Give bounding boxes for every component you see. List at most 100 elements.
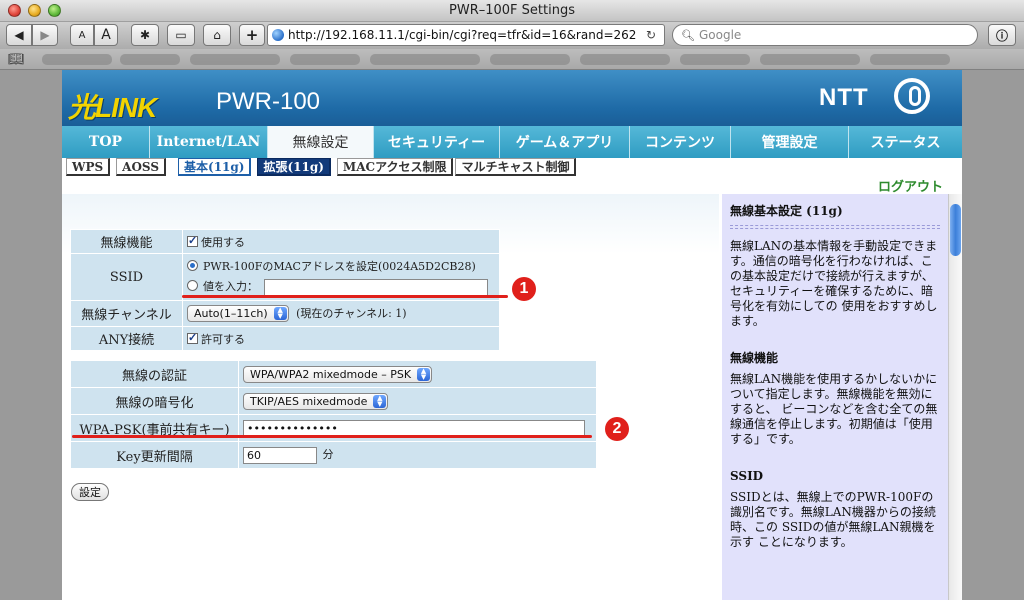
window-titlebar: PWR–100F Settings [0, 0, 1024, 22]
help-ssid-text: SSIDとは、無線上でのPWR-100Fの識別名です。無線LAN機器からの接続時… [730, 490, 936, 549]
bookmark-item[interactable] [190, 54, 280, 65]
auth-select[interactable]: WPA/WPA2 mixedmode – PSK ▲ ▼ [243, 365, 433, 383]
ssid-input[interactable] [263, 278, 488, 296]
subtab-extended-11g[interactable]: 拡張(11g) [257, 158, 331, 176]
encryption-select-value: TKIP/AES mixedmode [250, 394, 368, 408]
subtab-multicast[interactable]: マルチキャスト制御 [455, 158, 577, 176]
encryption-select[interactable]: TKIP/AES mixedmode ▲ ▼ [243, 392, 389, 410]
bookmark-item[interactable] [490, 54, 570, 65]
bookmarks-bar: 📖︎ [0, 49, 1024, 70]
gear-icon: ✱ [139, 28, 151, 42]
search-field[interactable]: 🔍︎ Google [672, 24, 978, 46]
annotation-badge-2: 2 [605, 417, 629, 441]
subtab-aoss[interactable]: AOSS [116, 158, 167, 176]
submit-button[interactable]: 設定 [71, 483, 109, 501]
key-interval-label: Key更新間隔 [70, 441, 239, 469]
channel-select[interactable]: Auto(1–11ch) ▲ ▼ [187, 305, 289, 323]
bookmark-item[interactable] [120, 54, 180, 65]
wireless-basic-table: 無線機能 使用する SSID PWR-100FのMACアドレスを設定(0024A… [70, 229, 500, 351]
back-button[interactable]: ◀ [6, 24, 32, 46]
snapback-button[interactable]: ▭ [167, 24, 195, 46]
any-connect-value: 許可する [201, 332, 245, 346]
ssid-label: SSID [70, 253, 183, 301]
help-intro: 無線LANの基本情報を手動設定できます。通信の暗号化を行わなければ、この基本設定… [730, 239, 938, 328]
home-icon: ⌂ [213, 28, 221, 42]
help-scrollbar-thumb[interactable] [950, 204, 961, 256]
help-scrollbar[interactable] [948, 194, 962, 600]
subtab-basic-11g[interactable]: 基本(11g) [178, 158, 252, 176]
wireless-enable-label: 使用する [201, 235, 245, 249]
annotation-badge-1: 1 [512, 277, 536, 301]
bookmarks-book-icon[interactable]: 📖︎ [8, 52, 25, 67]
ssid-mac-radio[interactable] [187, 260, 198, 271]
encryption-label: 無線の暗号化 [70, 387, 239, 415]
tab-internet-lan[interactable]: Internet/LAN [150, 126, 268, 158]
tab-wireless[interactable]: 無線設定 [268, 126, 374, 158]
wireless-label: 無線機能 [70, 229, 183, 254]
ntt-logo-text: NTT [819, 84, 869, 111]
forward-button[interactable]: ▶ [32, 24, 58, 46]
info-icon: ⓘ [995, 28, 1008, 43]
address-bar[interactable]: http://192.168.11.1/cgi-bin/cgi?req=tfr&… [267, 24, 665, 46]
ssid-mac-option: PWR-100FのMACアドレスを設定(0024A5D2CB28) [203, 260, 476, 273]
info-button[interactable]: ⓘ [988, 24, 1016, 46]
channel-label: 無線チャンネル [70, 300, 183, 327]
logout-link[interactable]: ログアウト [878, 176, 943, 195]
key-interval-input[interactable]: 60 [243, 446, 317, 464]
bookmark-item[interactable] [290, 54, 360, 65]
text-larger-button[interactable]: A [94, 24, 118, 46]
action-button[interactable]: ✱ [131, 24, 159, 46]
select-arrows-icon: ▲ ▼ [273, 307, 287, 321]
bookmark-item[interactable] [760, 54, 860, 65]
ssid-custom-radio[interactable] [187, 280, 198, 291]
wireless-security-table: 無線の認証 WPA/WPA2 mixedmode – PSK ▲ ▼ 無線の暗号化 … [70, 360, 597, 469]
page-header: 光LINK PWR-100 NTT [62, 70, 962, 126]
help-wireless-heading: 無線機能 [730, 351, 779, 365]
bookmark-item[interactable] [370, 54, 480, 65]
wireless-enable-checkbox[interactable] [187, 234, 198, 247]
text-smaller-button[interactable]: A [70, 24, 94, 46]
tab-admin[interactable]: 管理設定 [731, 126, 849, 158]
browser-toolbar: ◀ ▶ A A ✱ ▭ ⌂ + http://192.168.11.1/cgi-… [0, 22, 1024, 49]
psk-input[interactable]: •••••••••••••• [243, 419, 585, 437]
auth-select-value: WPA/WPA2 mixedmode – PSK [250, 367, 412, 381]
bookmark-item[interactable] [870, 54, 950, 65]
help-title: 無線基本設定 (11g) [730, 204, 843, 218]
router-page: 光LINK PWR-100 NTT TOP Internet/LAN 無線設定 … [62, 70, 962, 600]
help-wireless-text: 無線LAN機能を使用するかしないかについて指定します。無線機能を無効にすると、 … [730, 372, 938, 446]
subtab-mac-access[interactable]: MACアクセス制限 [336, 158, 454, 176]
any-connect-checkbox[interactable] [187, 331, 198, 344]
bookmark-item[interactable] [42, 54, 112, 65]
window-title: PWR–100F Settings [449, 3, 575, 18]
url-text: http://192.168.11.1/cgi-bin/cgi?req=tfr&… [288, 28, 637, 42]
main-nav: TOP Internet/LAN 無線設定 セキュリティー ゲーム＆アプリ コン… [62, 126, 962, 158]
forward-arrow-icon: ▶ [40, 28, 50, 42]
search-placeholder: Google [698, 28, 742, 42]
annotation-underline-2 [72, 435, 592, 438]
tab-security[interactable]: セキュリティー [374, 126, 500, 158]
bookmark-item[interactable] [680, 54, 750, 65]
hikari-link-logo: 光LINK [68, 92, 157, 123]
settings-content: 無線機能 使用する SSID PWR-100FのMACアドレスを設定(0024A… [62, 194, 719, 600]
back-arrow-icon: ◀ [14, 28, 24, 42]
home-button[interactable]: ⌂ [203, 24, 231, 46]
help-panel: 無線基本設定 (11g) 無線LANの基本情報を手動設定できます。通信の暗号化を… [722, 194, 948, 600]
reload-icon[interactable]: ↻ [646, 28, 660, 42]
bookmark-item[interactable] [580, 54, 670, 65]
subtab-wps[interactable]: WPS [66, 158, 111, 176]
select-arrows-icon: ▲ ▼ [373, 394, 387, 408]
ntt-logo-icon [894, 78, 930, 114]
search-icon: 🔍︎ [681, 28, 695, 42]
model-name: PWR-100 [216, 88, 321, 115]
key-interval-unit: 分 [322, 448, 334, 462]
help-ssid-heading: SSID [730, 469, 764, 483]
channel-select-value: Auto(1–11ch) [194, 307, 268, 321]
window-icon: ▭ [175, 28, 187, 42]
globe-icon [272, 29, 284, 41]
tab-top[interactable]: TOP [62, 126, 150, 158]
tab-status[interactable]: ステータス [849, 126, 962, 158]
sub-nav: WPS AOSS 基本(11g) 拡張(11g) MACアクセス制限 マルチキャ… [66, 158, 582, 178]
tab-game-apps[interactable]: ゲーム＆アプリ [500, 126, 630, 158]
add-bookmark-button[interactable]: + [239, 24, 265, 46]
tab-contents[interactable]: コンテンツ [630, 126, 731, 158]
